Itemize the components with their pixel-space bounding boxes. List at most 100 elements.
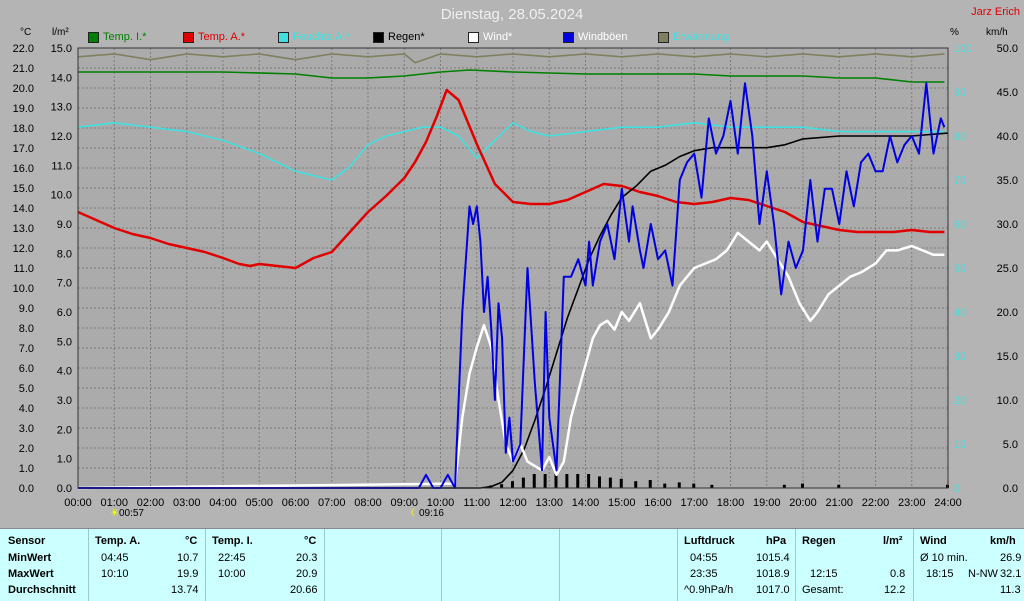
- marker-2-label: ☾09:16: [410, 508, 444, 519]
- wind-tick-label: 15.0: [997, 351, 1018, 363]
- moon-icon: ☾: [410, 508, 419, 519]
- legend-humidity: Feuchte A.*: [278, 31, 350, 43]
- row-min-label: MinWert: [8, 552, 52, 564]
- legend-swatch: [88, 31, 99, 43]
- hum-tick-label: 20: [954, 395, 966, 407]
- temp-tick-label: 14.0: [13, 203, 34, 215]
- wind-tick-label: 50.0: [997, 43, 1018, 55]
- legend-label: Temp. A.*: [198, 31, 246, 43]
- wind-max-time: 18:15: [926, 568, 954, 580]
- wind-tick-label: 5.0: [1003, 439, 1018, 451]
- rain-tick-label: 1.0: [57, 454, 72, 466]
- chart-title: Dienstag, 28.05.2024: [440, 6, 584, 23]
- time-tick-label: 00:00: [64, 497, 92, 509]
- wind-tick-label: 0.0: [1003, 483, 1018, 495]
- temp-tick-label: 20.0: [13, 83, 34, 95]
- time-tick-label: 08:00: [354, 497, 382, 509]
- temp-tick-label: 21.0: [13, 63, 34, 75]
- divider: [559, 529, 560, 601]
- marker-time: 09:16: [418, 508, 444, 519]
- divider: [677, 529, 678, 601]
- wind-tick-label: 40.0: [997, 131, 1018, 143]
- temp-i-max: 20.9: [296, 568, 318, 580]
- temp-tick-label: 8.0: [19, 323, 34, 335]
- hum-tick-label: 30: [954, 351, 966, 363]
- divider: [441, 529, 442, 601]
- legend-swatch: [563, 31, 574, 43]
- rain-tick-label: 0.0: [57, 483, 72, 495]
- time-axis-ticks: 00:00 01:00 02:00 03:00 04:00 05:00 06:00 07:00…: [64, 497, 962, 509]
- weather-chart: 0.0 1.0 2.0 3.0 4.0 5.0 6.0 7.0 8.0 9.0 10.0 11.0 12…: [13, 43, 1018, 509]
- time-tick-label: 07:00: [318, 497, 346, 509]
- legend-swatch: [468, 31, 479, 43]
- temp-i-avg: 20.66: [290, 584, 318, 596]
- pressure-max-time: 23:35: [690, 568, 718, 580]
- time-tick-label: 21:00: [825, 497, 853, 509]
- rain-bar: [608, 477, 612, 488]
- legend-label: Feuchte A.*: [293, 31, 350, 43]
- temp-tick-label: 13.0: [13, 223, 34, 235]
- rain-bar: [587, 474, 591, 488]
- pressure-max: 1018.9: [756, 568, 790, 580]
- rain-bar: [692, 483, 696, 488]
- wind-header: Wind: [920, 535, 947, 547]
- temp-a-max-time: 10:10: [101, 568, 129, 580]
- wind-tick-label: 30.0: [997, 219, 1018, 231]
- rain-unit: l/m²: [52, 27, 69, 38]
- author-label: Jarz Erich: [971, 6, 1020, 18]
- legend-temp-a: Temp. A.*: [183, 31, 245, 43]
- rain-tick-label: 6.0: [57, 307, 72, 319]
- time-tick-label: 11:00: [463, 497, 490, 509]
- stats-table: Sensor MinWert MaxWert Durchschnitt Temp…: [0, 528, 1024, 601]
- temp-tick-label: 6.0: [19, 363, 34, 375]
- rain-total: 12.2: [884, 584, 906, 596]
- legend-swatch: [278, 31, 289, 43]
- legend-temp-i: Temp. I.*: [88, 31, 146, 43]
- rain-max: 0.8: [890, 568, 906, 580]
- wind-max: 32.1: [1000, 568, 1022, 580]
- rain-tick-label: 15.0: [51, 43, 72, 55]
- sun-icon: ☀: [110, 508, 119, 519]
- time-tick-label: 17:00: [680, 497, 708, 509]
- temp-tick-label: 3.0: [19, 423, 34, 435]
- time-tick-label: 06:00: [282, 497, 310, 509]
- wind-tick-label: 35.0: [997, 175, 1018, 187]
- marker-1-label: ☀00:57: [110, 508, 144, 519]
- pressure-min-time: 04:55: [690, 552, 718, 564]
- temp-tick-label: 12.0: [13, 243, 34, 255]
- wind-mean: 11.3: [1000, 584, 1021, 596]
- legend-label: Erwärmung: [673, 31, 730, 43]
- divider: [324, 529, 325, 601]
- pressure-trend: ^0.9hPa/h: [684, 584, 734, 596]
- hum-tick-label: 70: [954, 175, 966, 187]
- wind-unit: km/h: [986, 27, 1008, 38]
- rain-bar: [677, 482, 681, 488]
- time-tick-label: 05:00: [245, 497, 273, 509]
- temp-tick-label: 9.0: [19, 303, 34, 315]
- rain-bar: [576, 474, 580, 488]
- temp-a-avg: 13.74: [171, 584, 199, 596]
- rain-tick-label: 14.0: [51, 72, 72, 84]
- time-tick-label: 13:00: [535, 497, 563, 509]
- legend-swatch: [373, 31, 384, 43]
- rain-unit-label: l/m²: [883, 535, 903, 547]
- time-tick-label: 19:00: [753, 497, 781, 509]
- temp-tick-label: 22.0: [13, 43, 34, 55]
- hum-tick-label: 50: [954, 263, 966, 275]
- hum-tick-label: 40: [954, 307, 966, 319]
- row-avg-label: Durchschnitt: [8, 584, 76, 596]
- temp-a-min: 10.7: [177, 552, 199, 564]
- rain-bar: [634, 481, 638, 488]
- wind-avg-label: Ø 10 min.: [920, 552, 968, 564]
- rain-tick-label: 9.0: [57, 219, 72, 231]
- pressure-min: 1015.4: [756, 552, 790, 564]
- wind-tick-label: 45.0: [997, 87, 1018, 99]
- temp-tick-label: 4.0: [19, 403, 34, 415]
- rain-tick-label: 8.0: [57, 248, 72, 260]
- divider: [88, 529, 89, 601]
- hum-tick-label: 0: [954, 483, 960, 495]
- hum-tick-label: 90: [954, 87, 966, 99]
- rain-header: Regen: [802, 535, 836, 547]
- temp-a-max: 19.9: [177, 568, 199, 580]
- rain-tick-label: 3.0: [57, 395, 72, 407]
